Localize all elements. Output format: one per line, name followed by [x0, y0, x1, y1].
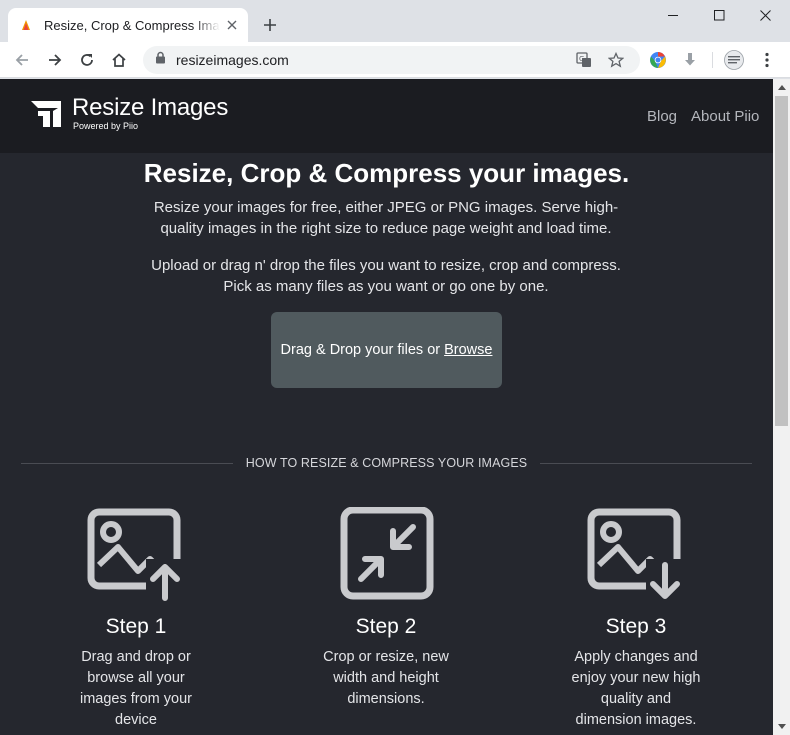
lock-icon [155, 51, 166, 69]
dropzone-text: Drag & Drop your files or [280, 342, 441, 358]
brand-subtitle: Powered by Piio [73, 121, 139, 131]
step-description: Apply changes and enjoy your new high qu… [571, 649, 701, 728]
download-extension-icon[interactable] [680, 50, 700, 70]
extension-chrome-icon[interactable] [648, 50, 668, 70]
browse-link[interactable]: Browse [444, 342, 492, 358]
hero-instructions: Upload or drag n' drop the files you wan… [151, 257, 621, 295]
step-card-2: Step 2 Crop or resize, new width and hei… [286, 507, 486, 710]
step-title: Step 1 [105, 615, 167, 638]
step-card-3: Step 3 Apply changes and enjoy your new … [536, 507, 736, 731]
step-description: Crop or resize, new width and height dim… [323, 649, 449, 707]
piio-logo-icon [31, 101, 61, 127]
site-favicon-icon [18, 17, 34, 33]
site-header: Resize Images Powered by Piio Blog About… [0, 79, 773, 153]
hero-description: Resize your images for free, either JPEG… [153, 199, 619, 237]
howto-divider: HOW TO RESIZE & COMPRESS YOUR IMAGES [21, 455, 752, 471]
step-title: Step 2 [355, 615, 417, 638]
forward-arrow-icon[interactable] [41, 46, 69, 74]
menu-kebab-icon[interactable] [757, 50, 777, 70]
new-tab-icon[interactable] [259, 14, 281, 36]
image-upload-icon [87, 508, 182, 601]
file-dropzone[interactable]: Drag & Drop your files or Browse [271, 312, 502, 388]
home-icon[interactable] [105, 46, 133, 74]
scroll-down-arrow-icon[interactable] [773, 718, 790, 735]
maximize-icon[interactable] [696, 0, 742, 30]
bookmark-star-icon[interactable] [607, 51, 625, 69]
divider-line-left [21, 462, 233, 464]
step-card-1: Step 1 Drag and drop or browse all your … [36, 507, 236, 731]
profile-avatar-icon[interactable] [724, 50, 744, 70]
howto-heading: HOW TO RESIZE & COMPRESS YOUR IMAGES [245, 456, 528, 470]
svg-text:G: G [579, 55, 584, 63]
reload-icon[interactable] [73, 46, 101, 74]
page-title: Resize, Crop & Compress your images. [143, 158, 630, 188]
brand-name: Resize Images [72, 94, 229, 121]
url-text: resizeimages.com [176, 52, 289, 68]
scrollbar-thumb[interactable] [775, 96, 788, 426]
step-description: Drag and drop or browse all your images … [79, 649, 192, 728]
toolbar-separator [712, 52, 713, 68]
minimize-icon[interactable] [650, 0, 696, 30]
address-bar[interactable]: resizeimages.com G [143, 46, 640, 74]
nav-link-about-piio[interactable]: About Piio [691, 108, 759, 125]
page-viewport: Resize Images Powered by Piio Blog About… [0, 79, 773, 735]
tab-title: Resize, Crop & Compress Images [44, 17, 220, 33]
browser-tab[interactable]: Resize, Crop & Compress Images [8, 8, 248, 42]
site-logo[interactable]: Resize Images Powered by Piio [30, 95, 228, 131]
browser-toolbar: resizeimages.com G [0, 42, 790, 78]
translate-icon[interactable]: G [575, 51, 593, 69]
close-window-icon[interactable] [742, 0, 788, 30]
divider-line-right [540, 462, 752, 464]
compress-arrows-icon [340, 507, 434, 600]
image-download-icon [587, 508, 682, 601]
nav-link-blog[interactable]: Blog [647, 108, 677, 125]
vertical-scrollbar[interactable] [773, 79, 790, 735]
step-title: Step 3 [605, 615, 667, 638]
back-arrow-icon[interactable] [8, 46, 36, 74]
scroll-up-arrow-icon[interactable] [773, 79, 790, 96]
browser-tabstrip: Resize, Crop & Compress Images [0, 0, 790, 42]
tab-close-icon[interactable] [224, 17, 240, 33]
